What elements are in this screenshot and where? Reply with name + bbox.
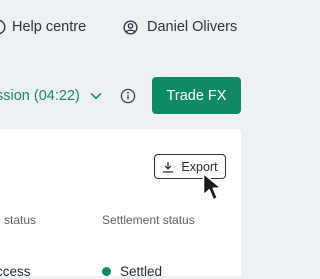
column-header-settlement-status[interactable]: Settlement status (102, 213, 195, 227)
trade-fx-button[interactable]: Trade FX (152, 77, 241, 114)
user-name: Daniel Olivers (147, 19, 238, 35)
user-circle-icon (123, 19, 138, 35)
question-circle-icon (0, 19, 6, 35)
settlement-status-label: Settled (120, 264, 163, 279)
info-circle-icon[interactable] (120, 88, 136, 104)
help-centre-link[interactable]: Help centre (0, 17, 86, 37)
trading-status-cell: ccess (0, 264, 31, 279)
top-bar: Help centre Daniel Olivers (0, 0, 265, 56)
help-centre-label: Help centre (12, 19, 87, 35)
download-icon (163, 161, 174, 173)
user-menu[interactable]: Daniel Olivers (123, 17, 237, 37)
settlement-status-cell: Settled (102, 264, 162, 279)
status-dot (102, 267, 111, 276)
session-dropdown[interactable]: ssion (04:22) (0, 85, 103, 107)
mouse-cursor-icon (202, 172, 222, 201)
column-header-trading-status[interactable]: g status (0, 213, 36, 227)
chevron-down-icon (90, 93, 102, 100)
session-label: ssion (04:22) (0, 88, 80, 104)
